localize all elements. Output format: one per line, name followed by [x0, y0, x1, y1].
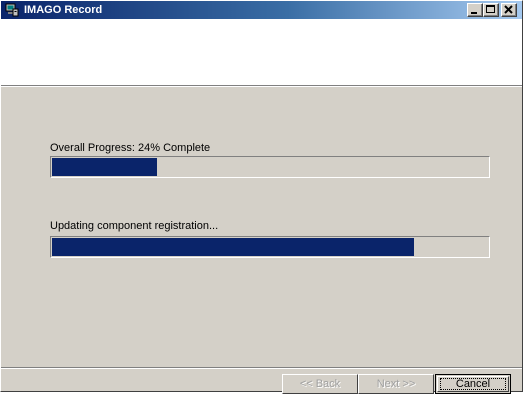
close-button[interactable] — [501, 3, 517, 17]
title-bar[interactable]: IMAGO Record — [1, 1, 522, 19]
installer-window: IMAGO Record Overall Progress: 24% Compl… — [0, 0, 523, 394]
cancel-button[interactable]: Cancel — [435, 374, 511, 394]
window-title: IMAGO Record — [24, 4, 103, 16]
maximize-button[interactable] — [483, 3, 499, 17]
footer-divider-highlight — [1, 368, 522, 369]
overall-progress-fill — [52, 158, 157, 176]
overall-progress-label: Overall Progress: 24% Complete — [50, 142, 211, 154]
cancel-button-label: Cancel — [455, 378, 491, 390]
header-panel — [1, 19, 522, 87]
task-status-label: Updating component registration... — [50, 220, 219, 232]
next-button-label: Next >> — [376, 378, 416, 390]
back-button[interactable]: << Back — [282, 374, 358, 394]
task-progress-fill — [52, 238, 414, 256]
next-button[interactable]: Next >> — [358, 374, 434, 394]
overall-progress-bar — [50, 156, 490, 178]
computer-icon — [5, 3, 19, 17]
minimize-button[interactable] — [467, 3, 483, 17]
back-button-label: << Back — [299, 378, 341, 390]
task-progress-bar — [50, 236, 490, 258]
